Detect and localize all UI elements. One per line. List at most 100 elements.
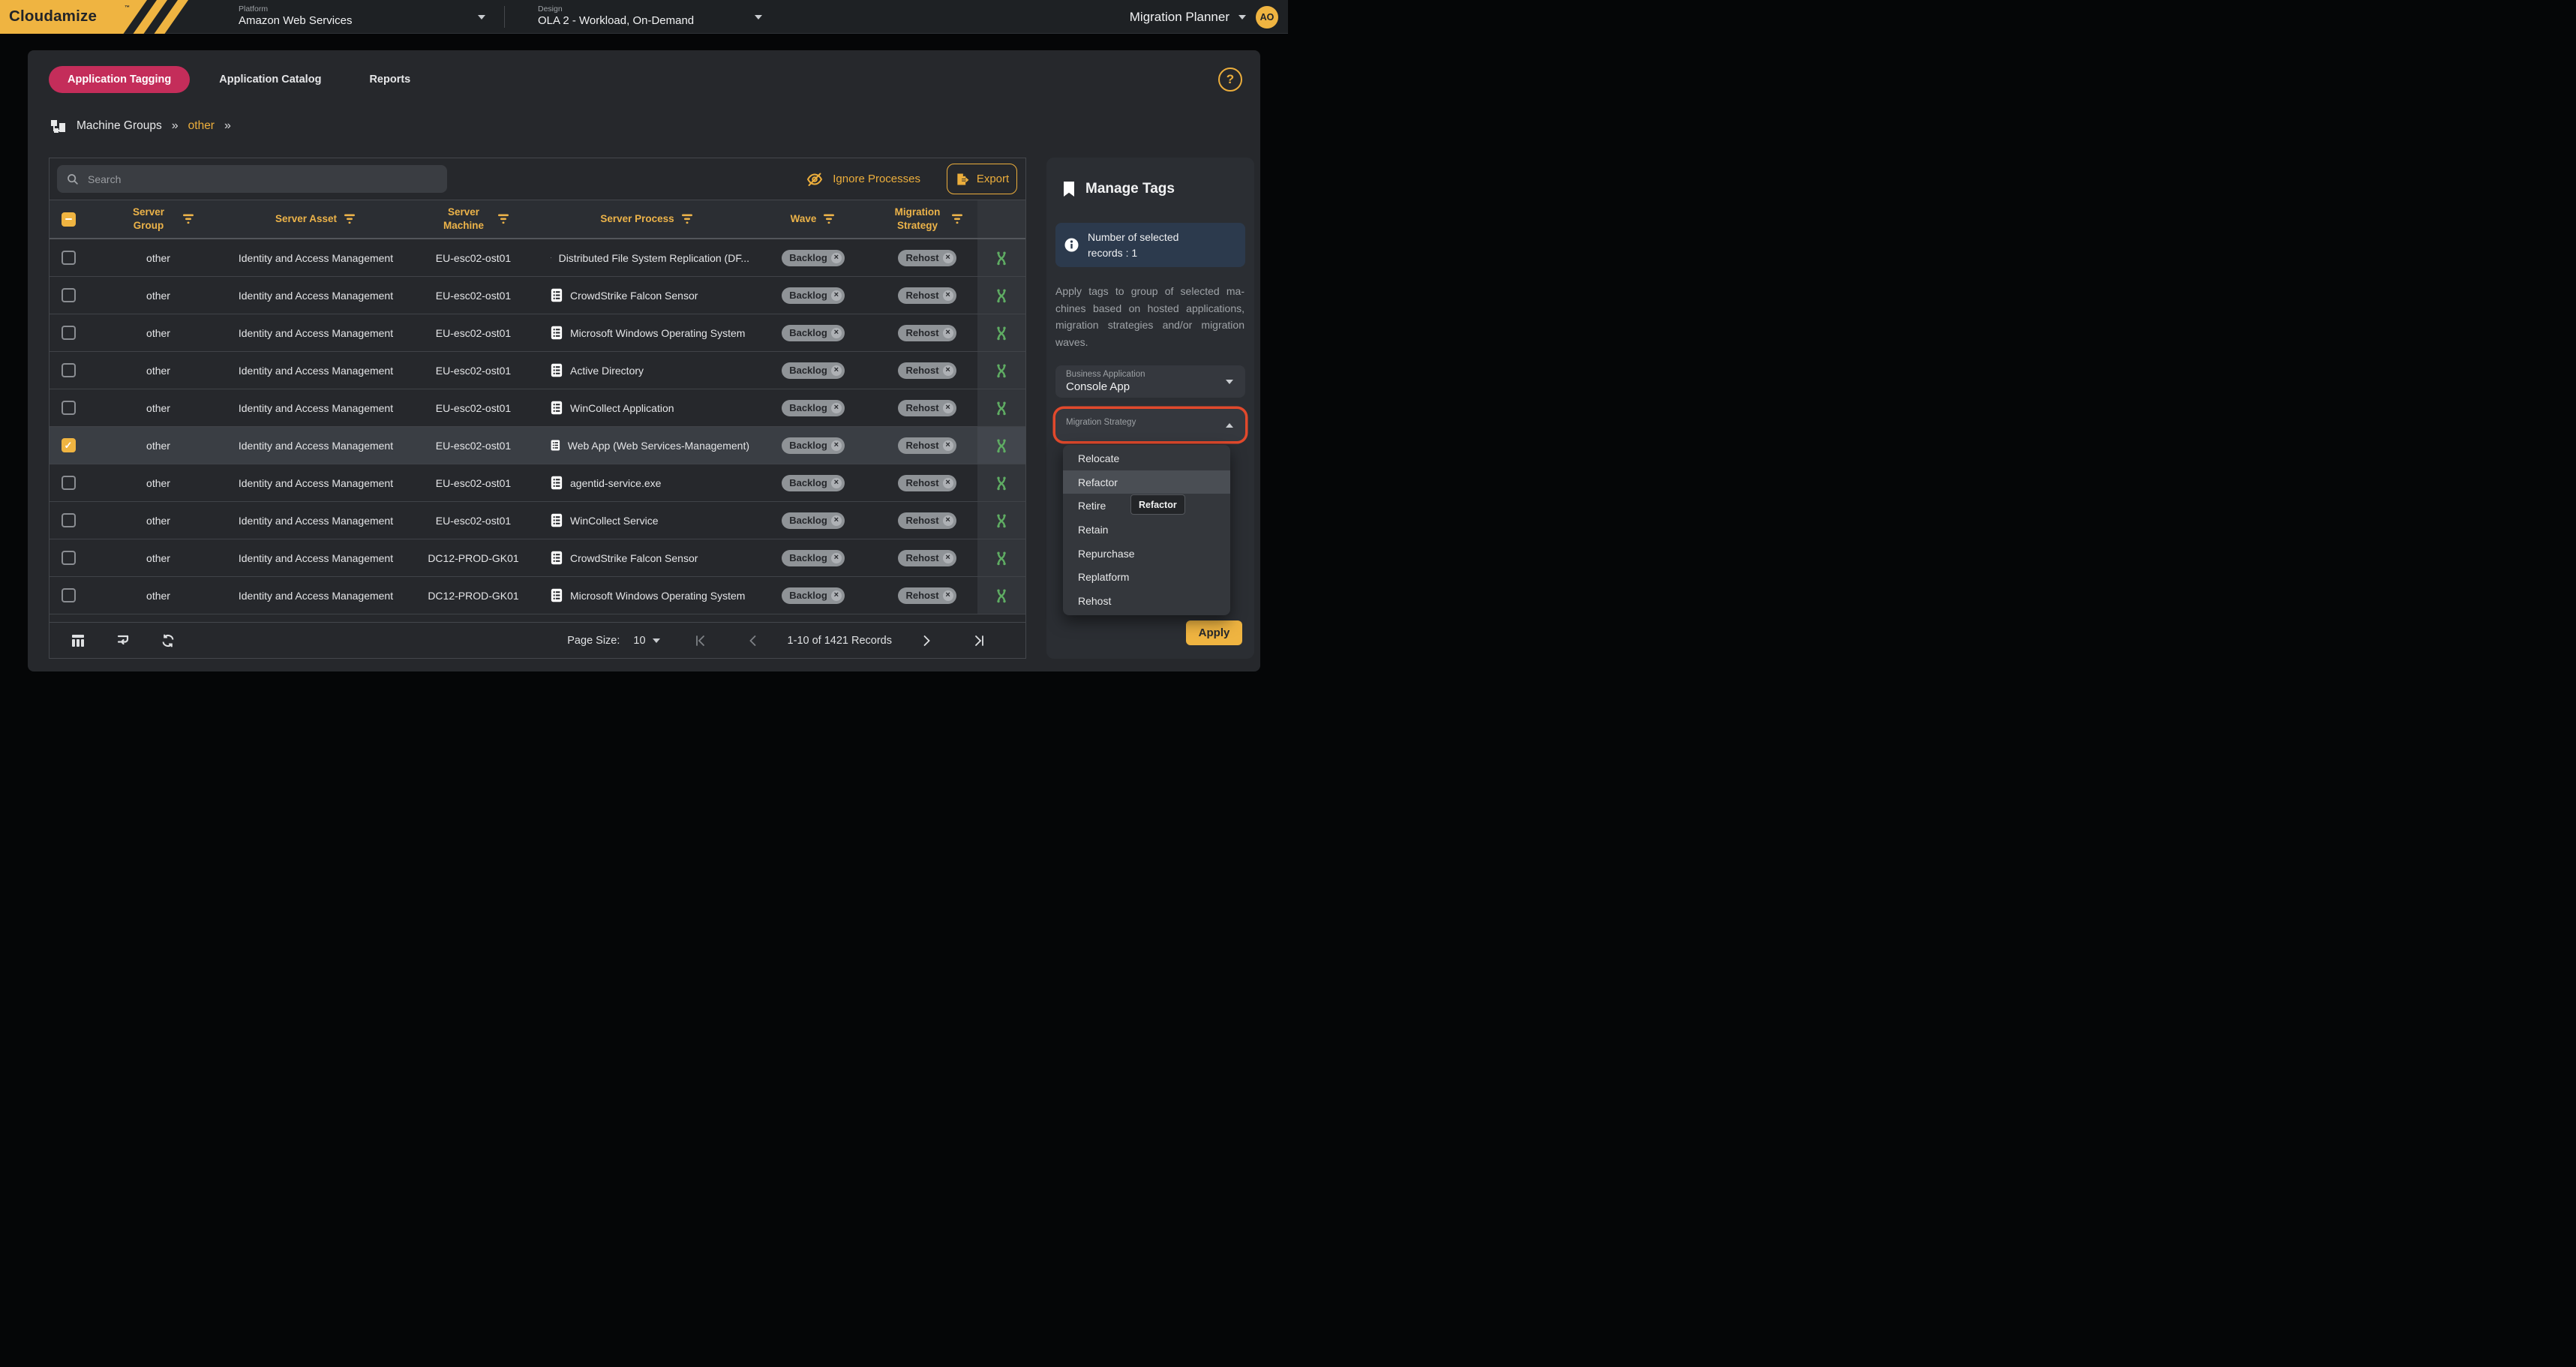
swap-icon[interactable]	[994, 287, 1009, 304]
remove-tag-icon[interactable]	[831, 403, 842, 413]
filter-icon[interactable]	[680, 213, 694, 225]
manage-tags-title-text: Manage Tags	[1085, 181, 1175, 197]
remove-tag-icon[interactable]	[943, 365, 953, 376]
next-page-button[interactable]	[920, 635, 932, 647]
remove-tag-icon[interactable]	[943, 478, 953, 488]
remove-tag-icon[interactable]	[943, 328, 953, 338]
search-input[interactable]	[86, 173, 438, 186]
remove-tag-icon[interactable]	[943, 253, 953, 263]
migration-strategy-select[interactable]: Migration Strategy	[1055, 409, 1245, 441]
remove-tag-icon[interactable]	[831, 328, 842, 338]
filter-icon[interactable]	[822, 213, 836, 225]
previous-page-button[interactable]	[747, 635, 759, 647]
row-checkbox[interactable]	[62, 476, 76, 490]
row-checkbox[interactable]	[62, 588, 76, 602]
table-row[interactable]: other Identity and Access Management DC1…	[50, 539, 1025, 577]
swap-icon[interactable]	[994, 550, 1009, 566]
breadcrumb-root[interactable]: Machine Groups	[77, 119, 162, 133]
business-application-select[interactable]: Business Application Console App	[1055, 365, 1245, 398]
remove-tag-icon[interactable]	[943, 515, 953, 526]
wrap-text-icon[interactable]	[116, 633, 131, 648]
avatar[interactable]: AO	[1256, 6, 1278, 29]
option-refactor[interactable]: Refactor	[1063, 470, 1230, 494]
table-row[interactable]: other Identity and Access Management EU-…	[50, 277, 1025, 314]
row-checkbox[interactable]	[62, 326, 76, 340]
page-size-value[interactable]: 10	[633, 635, 645, 647]
filter-icon[interactable]	[343, 213, 356, 225]
row-checkbox[interactable]	[62, 288, 76, 302]
column-settings-icon[interactable]	[71, 633, 86, 648]
remove-tag-icon[interactable]	[831, 553, 842, 563]
option-retain[interactable]: Retain	[1063, 518, 1230, 542]
swap-icon[interactable]	[994, 325, 1009, 341]
tab-application-tagging[interactable]: Application Tagging	[49, 66, 190, 93]
table-row[interactable]: other Identity and Access Management EU-…	[50, 352, 1025, 389]
ignore-processes-button[interactable]: Ignore Processes	[806, 164, 920, 194]
swap-icon[interactable]	[994, 437, 1009, 454]
row-checkbox[interactable]	[62, 551, 76, 565]
remove-tag-icon[interactable]	[831, 590, 842, 601]
table-row[interactable]: other Identity and Access Management EU-…	[50, 239, 1025, 277]
column-header-wave[interactable]: Wave	[749, 200, 877, 238]
breadcrumb-separator: »	[224, 119, 231, 133]
refresh-icon[interactable]	[161, 633, 176, 648]
table-row[interactable]: other Identity and Access Management EU-…	[50, 389, 1025, 427]
remove-tag-icon[interactable]	[831, 365, 842, 376]
row-checkbox[interactable]	[62, 401, 76, 415]
option-repurchase[interactable]: Repurchase	[1063, 542, 1230, 566]
remove-tag-icon[interactable]	[943, 590, 953, 601]
row-checkbox[interactable]	[62, 513, 76, 527]
swap-icon[interactable]	[994, 587, 1009, 604]
table-row[interactable]: other Identity and Access Management EU-…	[50, 464, 1025, 502]
option-replatform[interactable]: Replatform	[1063, 565, 1230, 589]
platform-select[interactable]: Platform Amazon Web Services	[239, 0, 494, 34]
remove-tag-icon[interactable]	[831, 253, 842, 263]
swap-icon[interactable]	[994, 250, 1009, 266]
option-rehost[interactable]: Rehost	[1063, 589, 1230, 613]
select-all-checkbox[interactable]	[62, 212, 76, 227]
remove-tag-icon[interactable]	[831, 515, 842, 526]
filter-icon[interactable]	[497, 213, 510, 225]
row-checkbox[interactable]	[62, 363, 76, 377]
column-header-server-process[interactable]: Server Process	[545, 200, 749, 238]
export-button[interactable]: Export	[947, 164, 1017, 194]
row-checkbox[interactable]	[62, 251, 76, 265]
table-row[interactable]: other Identity and Access Management EU-…	[50, 314, 1025, 352]
swap-icon[interactable]	[994, 400, 1009, 416]
filter-icon[interactable]	[182, 213, 195, 225]
last-page-button[interactable]	[973, 635, 985, 647]
breadcrumb-current[interactable]: other	[188, 119, 215, 133]
remove-tag-icon[interactable]	[831, 478, 842, 488]
table-row[interactable]: other Identity and Access Management EU-…	[50, 427, 1025, 464]
swap-icon[interactable]	[994, 362, 1009, 379]
table-row[interactable]: other Identity and Access Management EU-…	[50, 502, 1025, 539]
column-header-server-group[interactable]: Server Group	[87, 200, 230, 238]
remove-tag-icon[interactable]	[943, 553, 953, 563]
tab-reports[interactable]: Reports	[350, 66, 429, 93]
design-select[interactable]: Design OLA 2 - Workload, On-Demand	[538, 0, 770, 34]
filter-icon[interactable]	[950, 213, 964, 225]
column-header-migration-strategy[interactable]: Migration Strategy	[877, 200, 977, 238]
remove-tag-icon[interactable]	[943, 290, 953, 301]
help-button[interactable]: ?	[1218, 68, 1242, 92]
swap-icon[interactable]	[994, 512, 1009, 529]
swap-icon[interactable]	[994, 475, 1009, 491]
first-page-button[interactable]	[695, 635, 707, 647]
column-header-server-asset[interactable]: Server Asset	[230, 200, 402, 238]
column-header-server-machine[interactable]: Server Machine	[402, 200, 545, 238]
tab-application-catalog[interactable]: Application Catalog	[200, 66, 340, 93]
strategy-tag: Rehost	[898, 437, 956, 454]
option-relocate[interactable]: Relocate	[1063, 446, 1230, 470]
remove-tag-icon[interactable]	[943, 440, 953, 451]
apply-button[interactable]: Apply	[1186, 620, 1242, 645]
app-switcher[interactable]: Migration Planner	[1130, 10, 1246, 25]
remove-tag-icon[interactable]	[831, 440, 842, 451]
row-checkbox[interactable]	[62, 438, 76, 452]
table-row[interactable]: other Identity and Access Management DC1…	[50, 577, 1025, 614]
remove-tag-icon[interactable]	[831, 290, 842, 301]
remove-tag-icon[interactable]	[943, 403, 953, 413]
cell-server-process: Microsoft Windows Operating System	[545, 577, 749, 614]
search-icon	[66, 173, 79, 185]
cloudamize-logo[interactable]: Cloudamize ™	[0, 0, 225, 34]
page-size-caret-icon[interactable]	[653, 638, 660, 643]
